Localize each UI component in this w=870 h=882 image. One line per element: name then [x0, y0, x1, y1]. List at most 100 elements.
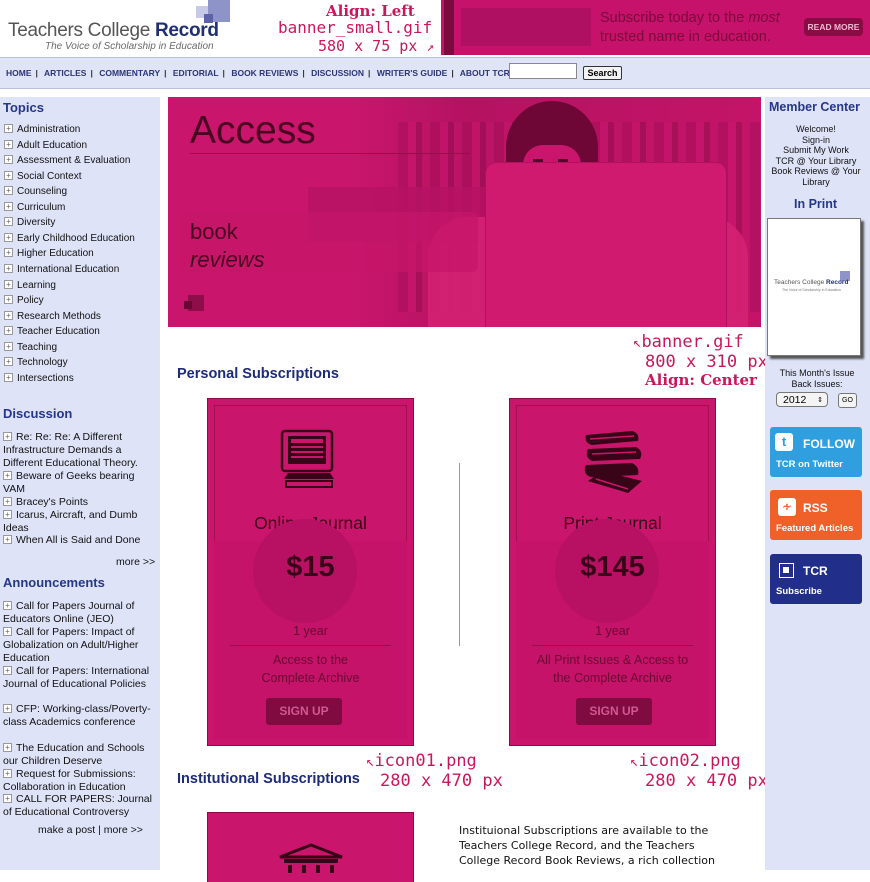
card-term: 1 year — [595, 624, 630, 638]
topics-heading: Topics — [3, 100, 44, 115]
institutional-description: Instituional Subscriptions are available… — [459, 824, 715, 867]
topic-item[interactable]: + Intersections — [4, 373, 74, 384]
twitter-icon: t — [775, 433, 793, 451]
plus-icon: + — [3, 627, 12, 636]
nav-menu: HOME | ARTICLES | COMMENTARY | EDITORIAL | B… — [6, 68, 541, 78]
banner-line-reviews: reviews — [190, 247, 265, 272]
discussion-item[interactable]: + Bracey's Points — [3, 496, 158, 509]
topic-item[interactable]: + Technology — [4, 357, 68, 368]
plus-icon: + — [4, 264, 13, 273]
plus-icon: + — [4, 357, 13, 366]
topic-item[interactable]: + Higher Education — [4, 248, 94, 259]
plus-icon: + — [3, 704, 12, 713]
banner-line-book: book — [190, 219, 238, 244]
topic-item[interactable]: + Administration — [4, 124, 80, 135]
plus-icon: + — [3, 601, 12, 610]
search-input[interactable] — [509, 63, 577, 79]
nav-writers-guide[interactable]: WRITER'S GUIDE — [377, 68, 448, 78]
ad-text: Subscribe today to the most trusted name … — [600, 10, 780, 45]
submit-work-link[interactable]: Submit My Work — [766, 145, 866, 156]
annotation-banner-small-file: banner_small.gif — [278, 18, 433, 37]
discussion-item[interactable]: + Icarus, Aircraft, and Dumb Ideas — [3, 509, 158, 535]
card-divider — [230, 645, 391, 646]
topic-item[interactable]: + Early Childhood Education — [4, 233, 135, 244]
discussion-item[interactable]: + When All is Said and Done — [3, 534, 158, 547]
plus-icon: + — [4, 342, 13, 351]
topic-item[interactable]: + International Education — [4, 264, 119, 275]
online-journal-card[interactable]: Online Journal $15 1 year Access to the C… — [207, 398, 414, 746]
year-select[interactable]: 2012 ⇕ — [776, 392, 828, 407]
laptop-image — [486, 163, 726, 327]
announcement-item[interactable]: + Request for Submissions: Collaboration … — [3, 768, 158, 794]
tcr-subscribe-button[interactable]: TCR Subscribe — [770, 554, 862, 604]
topic-item[interactable]: + Learning — [4, 280, 56, 291]
topic-item[interactable]: + Adult Education — [4, 140, 87, 151]
plus-icon: + — [4, 326, 13, 335]
announcement-item[interactable]: + Call for Papers: Impact of Globalizatio… — [3, 626, 158, 665]
topic-item[interactable]: + Curriculum — [4, 202, 65, 213]
plus-icon: + — [4, 124, 13, 133]
topic-item[interactable]: + Teaching — [4, 342, 57, 353]
banner-heading: Access — [190, 109, 316, 152]
nav-home[interactable]: HOME — [6, 68, 32, 78]
search-button[interactable]: Search — [583, 66, 622, 80]
plus-icon: + — [3, 794, 12, 803]
twitter-follow-button[interactable]: t FOLLOW TCR on Twitter — [770, 427, 862, 477]
institutional-card[interactable] — [207, 812, 414, 882]
discussion-more-link[interactable]: more >> — [116, 556, 155, 568]
announcement-item[interactable]: + CALL FOR PAPERS: Journal of Educational… — [3, 793, 158, 819]
nav-articles[interactable]: ARTICLES — [44, 68, 87, 78]
updown-icon: ⇕ — [817, 397, 823, 404]
rss-icon: ∻ — [778, 498, 796, 516]
access-book-reviews-banner: Access book reviews — [168, 97, 761, 327]
nav-discussion[interactable]: DISCUSSION — [311, 68, 364, 78]
rss-featured-button[interactable]: ∻ RSS Featured Articles — [770, 490, 862, 540]
announcements-heading: Announcements — [3, 575, 105, 590]
personal-subscriptions-heading: Personal Subscriptions — [177, 366, 339, 382]
nav-book-reviews[interactable]: BOOK REVIEWS — [231, 68, 298, 78]
annotation-icon02-size: 280 x 470 px — [645, 771, 768, 791]
logo-title[interactable]: Teachers College Record — [8, 20, 219, 42]
computer-icon — [278, 429, 342, 491]
announcement-item[interactable]: + Call for Papers Journal of Educators On… — [3, 600, 158, 626]
journal-cover[interactable]: Teachers College Record The Voice of Sch… — [767, 218, 861, 356]
topic-item[interactable]: + Research Methods — [4, 311, 101, 322]
in-print-heading: In Print — [794, 197, 838, 211]
annotation-banner-file: ↖banner.gif — [633, 332, 744, 352]
announcements-more-link[interactable]: more >> — [104, 824, 143, 836]
book-reviews-library-link[interactable]: Book Reviews @ Your Library — [766, 166, 866, 187]
books-icon — [582, 429, 646, 495]
topic-item[interactable]: + Social Context — [4, 171, 81, 182]
make-post-link[interactable]: make a post — [38, 824, 95, 836]
this-months-issue-link[interactable]: This Month's Issue — [767, 368, 867, 379]
topic-item[interactable]: + Counseling — [4, 186, 67, 197]
member-center-heading: Member Center — [769, 100, 860, 114]
topic-item[interactable]: + Diversity — [4, 217, 55, 228]
topic-item[interactable]: + Teacher Education — [4, 326, 100, 337]
print-journal-card[interactable]: Print Journal $145 1 year All Print Issu… — [509, 398, 716, 746]
nav-commentary[interactable]: COMMENTARY — [99, 68, 160, 78]
plus-icon: + — [4, 248, 13, 257]
topic-item[interactable]: + Policy — [4, 295, 44, 306]
discussion-item[interactable]: + Re: Re: Re: A Different Infrastructure … — [3, 431, 158, 470]
announcement-item[interactable]: + CFP: Working-class/Poverty-class Academ… — [3, 703, 158, 729]
sign-up-button[interactable]: SIGN UP — [576, 698, 652, 725]
go-button[interactable]: GO — [838, 393, 857, 408]
discussion-item[interactable]: + Beware of Geeks bearing VAM — [3, 470, 158, 496]
sign-in-link[interactable]: Sign-in — [766, 135, 866, 146]
annotation-icon01-file: ↖icon01.png — [366, 751, 477, 771]
annotation-banner-size: 800 x 310 px — [645, 352, 768, 372]
tcr-library-link[interactable]: TCR @ Your Library — [766, 156, 866, 167]
sign-up-button[interactable]: SIGN UP — [266, 698, 342, 725]
read-more-button[interactable]: READ MORE — [804, 18, 863, 36]
nav-editorial[interactable]: EDITORIAL — [173, 68, 219, 78]
card-description: Access to the Complete Archive — [261, 653, 360, 685]
announcement-item[interactable]: + The Education and Schools our Children … — [3, 742, 158, 768]
plus-icon: + — [4, 202, 13, 211]
plus-icon: + — [3, 666, 12, 675]
building-icon — [276, 843, 346, 873]
topic-item[interactable]: + Assessment & Evaluation — [4, 155, 130, 166]
announcement-item[interactable]: + Call for Papers: International Journal … — [3, 665, 158, 691]
card-divider — [532, 645, 693, 646]
annotation-align-center: Align: Center — [645, 371, 757, 389]
